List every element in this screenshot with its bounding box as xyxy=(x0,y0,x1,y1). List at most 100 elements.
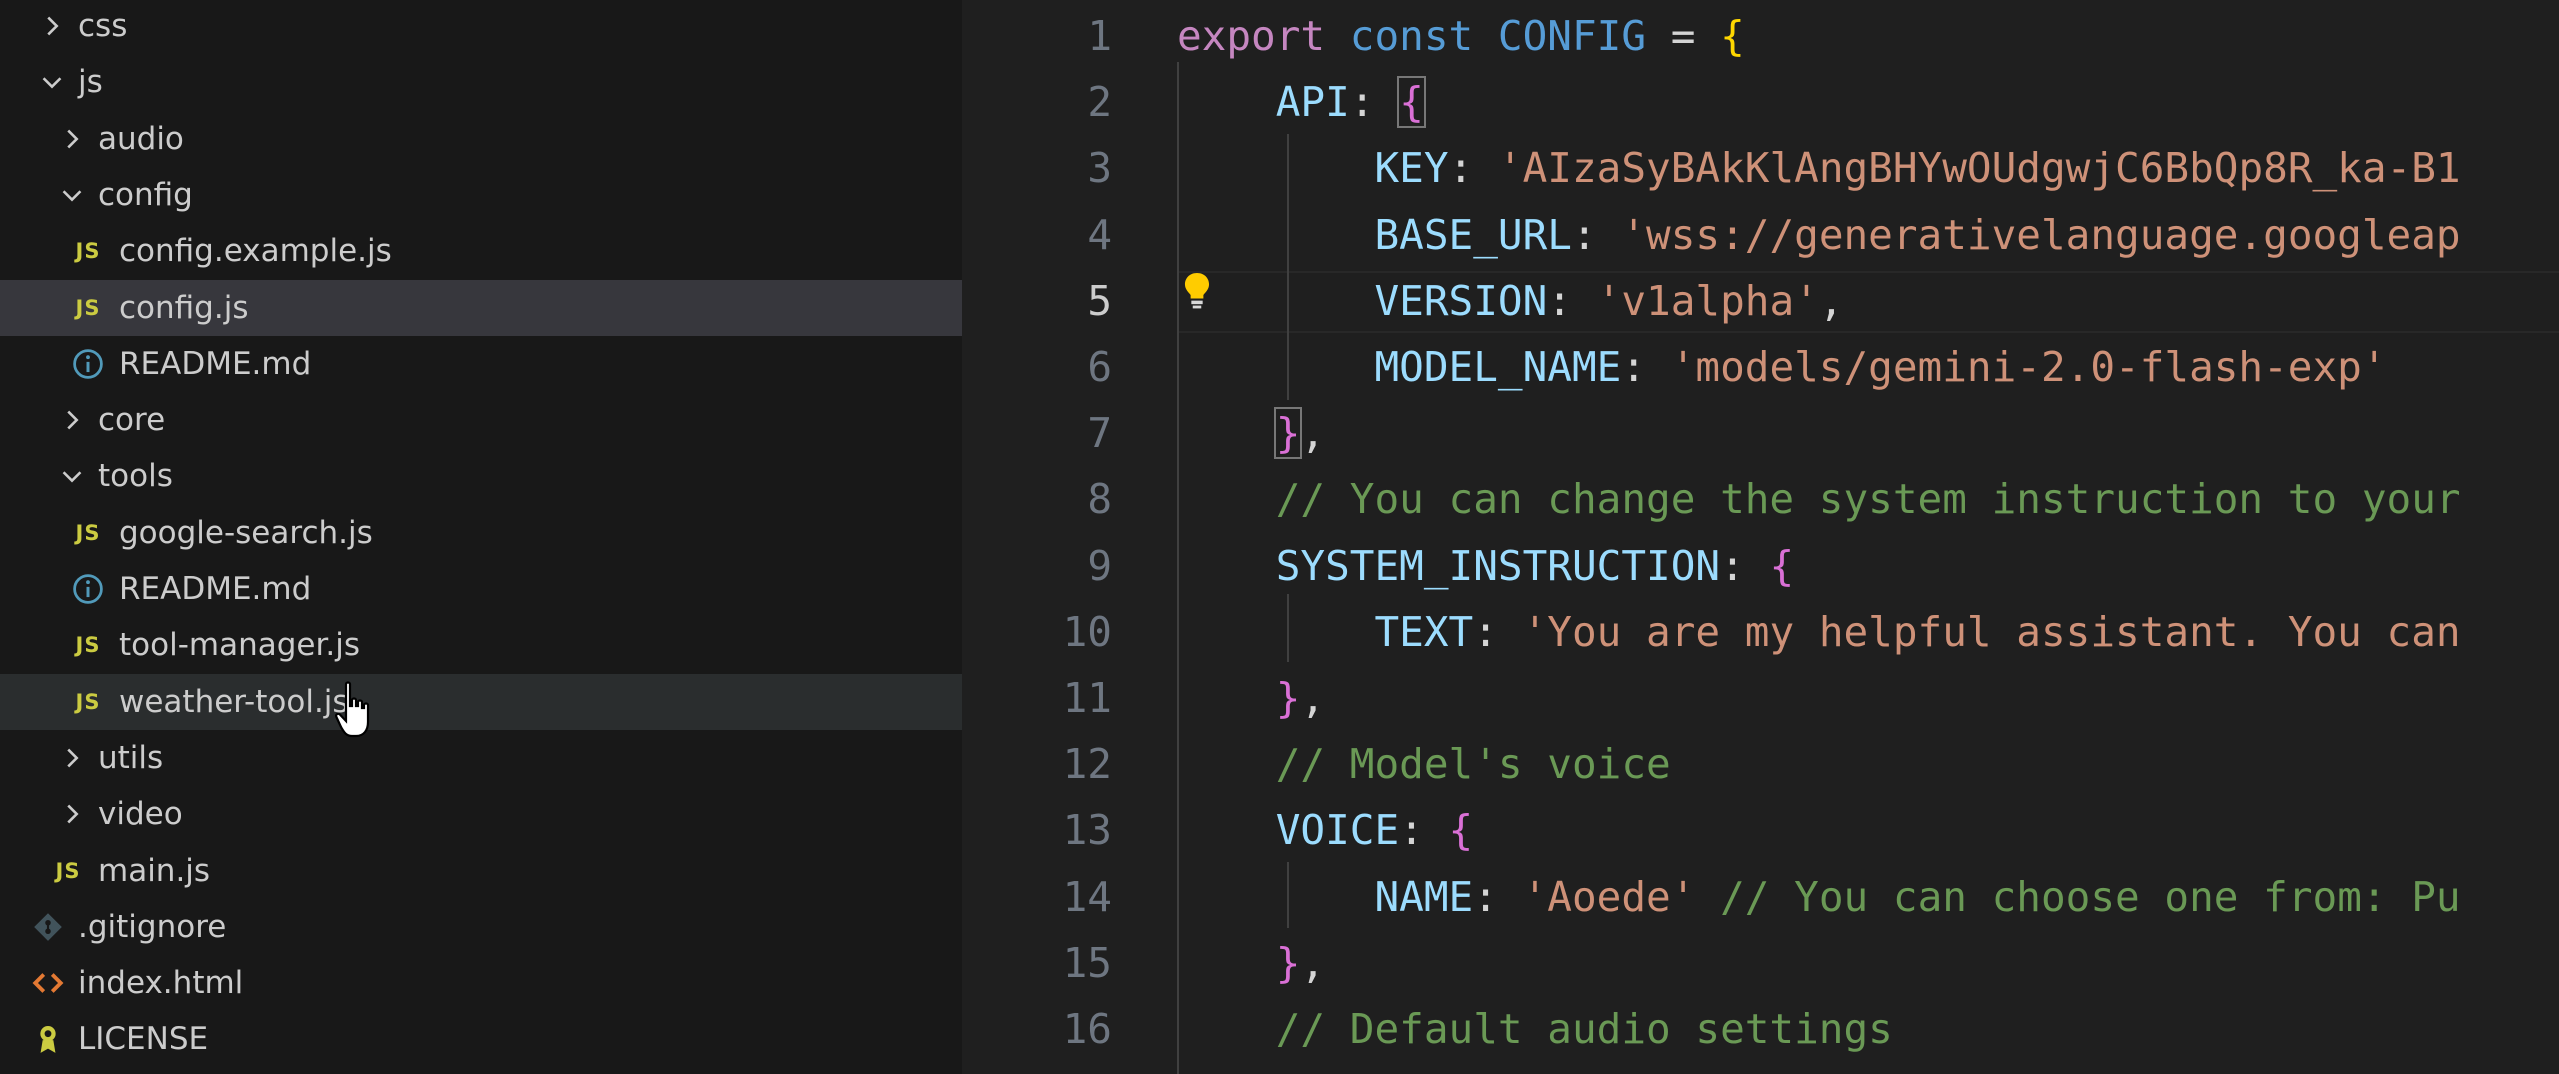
code-line[interactable]: }, xyxy=(1177,930,1325,996)
code-token: } xyxy=(1275,674,1301,722)
code-line[interactable]: export const CONFIG = { xyxy=(1177,3,1745,69)
file-index-html[interactable]: index.html xyxy=(0,955,962,1011)
tree-item-label: .gitignore xyxy=(78,908,227,945)
file-gitignore[interactable]: .gitignore xyxy=(0,899,962,955)
code-line[interactable]: }, xyxy=(1177,665,1325,731)
code-line[interactable]: }, xyxy=(1177,400,1325,466)
code-line[interactable]: VOICE: { xyxy=(1177,797,1473,863)
code-token: MODEL_NAME xyxy=(1374,343,1622,391)
tree-item-label: js xyxy=(78,64,103,101)
code-line[interactable]: BASE_URL: 'wss://generativelanguage.goog… xyxy=(1177,202,2461,268)
chevron-right-icon[interactable] xyxy=(34,8,70,44)
chevron-down-icon[interactable] xyxy=(54,458,90,494)
file-main-js[interactable]: JS main.js xyxy=(0,843,962,899)
code-token: // You can choose one from: Pu xyxy=(1720,872,2461,921)
folder-core[interactable]: core xyxy=(0,392,962,448)
file-readme-md[interactable]: README.md xyxy=(0,336,962,392)
code-token: = xyxy=(1646,12,1721,60)
code-token: API xyxy=(1275,78,1350,127)
code-line[interactable]: MODEL_NAME: 'models/gemini-2.0-flash-exp… xyxy=(1177,334,2386,400)
javascript-file-icon: JS xyxy=(75,633,101,658)
code-token: } xyxy=(1273,407,1303,460)
tree-item-label: weather-tool.js xyxy=(119,683,349,720)
code-line[interactable]: VERSION: 'v1alpha', xyxy=(1177,268,1844,334)
tree-item-label: index.html xyxy=(78,965,244,1002)
tree-item-label: video xyxy=(98,796,183,833)
chevron-right-icon[interactable] xyxy=(54,402,90,438)
folder-css[interactable]: css xyxy=(0,0,962,54)
line-number: 3 xyxy=(1087,144,1112,193)
file-license[interactable]: LICENSE xyxy=(0,1011,962,1067)
explorer-sidebar: css js audio config JS config.example.js JS con… xyxy=(0,0,962,1074)
code-editor[interactable]: 1 2 3 4 5 6 7 8 9 10 11 12 13 14 15 16 export const CONF… xyxy=(962,0,2559,1074)
file-weather-tool-js[interactable]: JS weather-tool.js xyxy=(0,673,962,730)
tree-item-label: tools xyxy=(98,458,173,495)
line-number: 16 xyxy=(1062,1005,1112,1053)
tree-item-label: config.js xyxy=(119,289,249,326)
code-token: , xyxy=(1818,276,1844,325)
code-token: { xyxy=(1769,541,1795,590)
javascript-file-icon: JS xyxy=(75,239,101,264)
code-token: NAME xyxy=(1374,872,1474,921)
code-token: 'Aoede' xyxy=(1522,872,1696,921)
javascript-file-icon: JS xyxy=(75,689,101,714)
code-line[interactable]: // You can change the system instruction… xyxy=(1177,466,2461,532)
indent-guide xyxy=(1287,862,1289,928)
folder-video[interactable]: video xyxy=(0,786,962,842)
html-file-icon xyxy=(28,965,68,1001)
file-config-js[interactable]: JS config.js xyxy=(0,279,962,336)
chevron-right-icon[interactable] xyxy=(54,796,90,832)
javascript-file-icon: JS xyxy=(75,295,101,320)
code-line[interactable]: KEY: 'AIzaSyBAkKlAngBHYwOUdgwjC6BbQp8R_k… xyxy=(1177,135,2460,201)
info-icon xyxy=(68,346,108,382)
tree-item-label: main.js xyxy=(98,852,211,889)
code-line[interactable]: NAME: 'Aoede' // You can choose one from… xyxy=(1177,864,2461,930)
code-token: 'wss://generativelanguage.googleap xyxy=(1621,210,2461,259)
chevron-down-icon[interactable] xyxy=(54,177,90,213)
code-token: const xyxy=(1349,12,1474,60)
file-config-example-js[interactable]: JS config.example.js xyxy=(0,223,962,279)
folder-config[interactable]: config xyxy=(0,167,962,223)
file-tool-manager-js[interactable]: JS tool-manager.js xyxy=(0,617,962,673)
file-readme-md[interactable]: README.md xyxy=(0,561,962,617)
code-token: } xyxy=(1275,938,1301,987)
code-token: : xyxy=(1473,607,1523,656)
tree-item-label: config xyxy=(98,176,193,213)
line-number: 13 xyxy=(1062,806,1112,855)
folder-audio[interactable]: audio xyxy=(0,111,962,167)
tree-item-label: audio xyxy=(98,120,184,157)
line-number: 12 xyxy=(1062,740,1112,789)
code-line[interactable]: TEXT: 'You are my helpful assistant. You… xyxy=(1177,599,2461,665)
file-google-search-js[interactable]: JS google-search.js xyxy=(0,505,962,561)
code-line[interactable]: // Default audio settings xyxy=(1177,996,1893,1062)
chevron-down-icon[interactable] xyxy=(34,64,70,100)
line-number: 8 xyxy=(1087,475,1112,524)
code-token: VERSION xyxy=(1374,276,1548,325)
code-line[interactable]: SYSTEM_INSTRUCTION: { xyxy=(1177,533,1794,599)
folder-utils[interactable]: utils xyxy=(0,730,962,786)
code-token: : xyxy=(1448,144,1498,193)
folder-js[interactable]: js xyxy=(0,54,962,110)
code-token: BASE_URL xyxy=(1374,210,1572,259)
chevron-right-icon[interactable] xyxy=(54,121,90,157)
code-line[interactable]: API: { xyxy=(1177,69,1426,135)
code-token: 'You are my helpful assistant. You can xyxy=(1522,607,2461,656)
line-number: 1 xyxy=(1087,12,1112,60)
tree-item-label: css xyxy=(78,8,128,44)
code-line[interactable]: // Model's voice xyxy=(1177,731,1671,797)
code-token: KEY xyxy=(1374,144,1449,193)
license-icon xyxy=(28,1021,68,1057)
folder-tools[interactable]: tools xyxy=(0,448,962,504)
chevron-right-icon[interactable] xyxy=(54,740,90,776)
tree-item-label: google-search.js xyxy=(119,514,373,551)
indent-guide xyxy=(1287,594,1289,662)
